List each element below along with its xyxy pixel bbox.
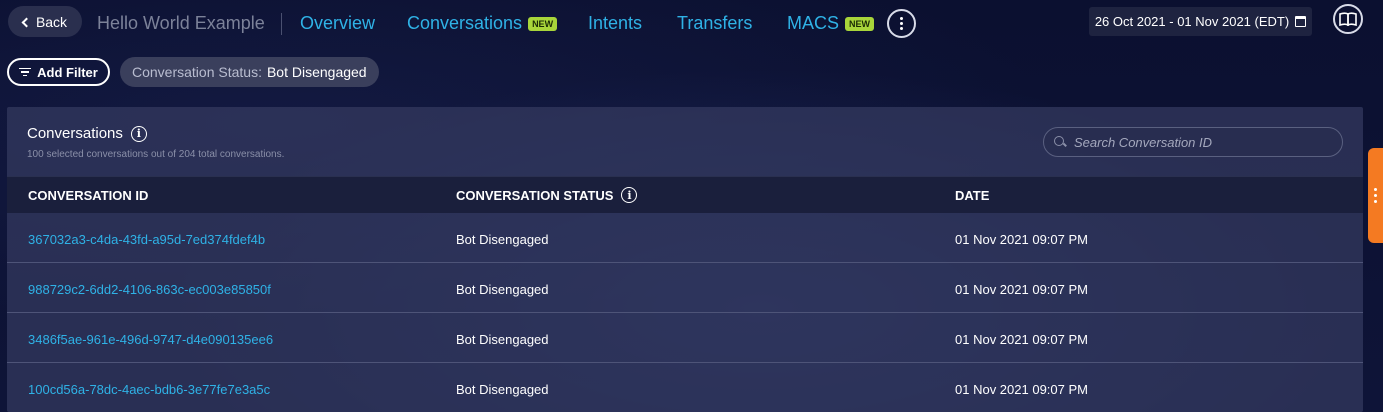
panel-subtitle: 100 selected conversations out of 204 to…	[27, 149, 285, 160]
chevron-left-icon	[21, 17, 32, 27]
title-divider	[281, 13, 282, 35]
top-bar: Back Hello World Example Overview Conver…	[0, 0, 1383, 46]
back-label: Back	[35, 13, 68, 30]
table-row: 367032a3-c4da-43fd-a95d-7ed374fdef4b Bot…	[7, 213, 1363, 263]
conversations-panel: Conversations i 100 selected conversatio…	[7, 107, 1363, 412]
table-row: 3486f5ae-961e-496d-9747-d4e090135ee6 Bot…	[7, 313, 1363, 363]
conversation-date: 01 Nov 2021 09:07 PM	[955, 332, 1088, 347]
tab-macs-label: MACS	[787, 13, 840, 33]
tab-conversations[interactable]: Conversations NEW	[407, 13, 558, 34]
filter-chip-status[interactable]: Conversation Status: Bot Disengaged	[120, 57, 379, 87]
conversation-status: Bot Disengaged	[456, 232, 549, 247]
panel-title-label: Conversations	[27, 125, 123, 142]
add-filter-label: Add Filter	[37, 64, 98, 80]
conversation-id-link[interactable]: 988729c2-6dd2-4106-863c-ec003e85850f	[28, 282, 271, 297]
date-range-picker[interactable]: 26 Oct 2021 - 01 Nov 2021 (EDT)	[1089, 7, 1312, 36]
tab-overview[interactable]: Overview	[300, 13, 375, 34]
conversation-status: Bot Disengaged	[456, 382, 549, 397]
conversation-date: 01 Nov 2021 09:07 PM	[955, 382, 1088, 397]
info-icon[interactable]: i	[621, 187, 638, 203]
column-header-id: CONVERSATION ID	[28, 187, 149, 203]
add-filter-button[interactable]: Add Filter	[7, 58, 110, 86]
panel-title: Conversations i	[27, 125, 147, 142]
book-button[interactable]	[1333, 4, 1363, 34]
book-icon	[1339, 12, 1357, 26]
conversation-date: 01 Nov 2021 09:07 PM	[955, 232, 1088, 247]
conversation-status: Bot Disengaged	[456, 332, 549, 347]
column-header-status: CONVERSATION STATUS i	[456, 187, 638, 203]
filter-icon	[19, 67, 32, 77]
search-box[interactable]	[1043, 127, 1343, 157]
table-header: CONVERSATION ID CONVERSATION STATUS i DA…	[7, 176, 1363, 213]
tab-conversations-label: Conversations	[407, 13, 523, 33]
conversations-table: CONVERSATION ID CONVERSATION STATUS i DA…	[7, 176, 1363, 412]
conversation-date: 01 Nov 2021 09:07 PM	[955, 282, 1088, 297]
new-badge: NEW	[528, 16, 558, 31]
conversation-id-link[interactable]: 100cd56a-78dc-4aec-bdb6-3e77fe7e3a5c	[28, 382, 270, 397]
more-vertical-icon	[1374, 188, 1377, 203]
back-button[interactable]: Back	[8, 6, 82, 37]
tab-intents[interactable]: Intents	[588, 13, 642, 34]
filter-chip-value: Bot Disengaged	[266, 64, 367, 80]
search-icon	[1054, 136, 1066, 148]
filter-chip-key: Conversation Status:	[132, 64, 262, 80]
more-options-button[interactable]	[887, 9, 916, 38]
new-badge: NEW	[845, 16, 875, 31]
info-icon[interactable]: i	[130, 125, 147, 142]
conversation-status: Bot Disengaged	[456, 282, 549, 297]
column-header-date: DATE	[955, 187, 990, 203]
tab-macs[interactable]: MACS NEW	[787, 13, 875, 34]
table-row: 100cd56a-78dc-4aec-bdb6-3e77fe7e3a5c Bot…	[7, 363, 1363, 412]
search-input[interactable]	[1074, 134, 1324, 150]
column-header-status-label: CONVERSATION STATUS	[456, 187, 614, 203]
tab-overview-label: Overview	[300, 13, 376, 33]
tab-transfers-label: Transfers	[677, 13, 753, 33]
table-row: 988729c2-6dd2-4106-863c-ec003e85850f Bot…	[7, 263, 1363, 313]
conversation-id-link[interactable]: 3486f5ae-961e-496d-9747-d4e090135ee6	[28, 332, 273, 347]
date-range-label: 26 Oct 2021 - 01 Nov 2021 (EDT)	[1094, 14, 1290, 29]
tab-intents-label: Intents	[588, 13, 643, 33]
more-vertical-icon	[900, 17, 903, 30]
conversation-id-link[interactable]: 367032a3-c4da-43fd-a95d-7ed374fdef4b	[28, 232, 265, 247]
app-title: Hello World Example	[97, 13, 265, 33]
side-drawer-tab[interactable]	[1368, 148, 1383, 243]
calendar-icon	[1295, 16, 1307, 27]
tab-transfers[interactable]: Transfers	[677, 13, 752, 34]
